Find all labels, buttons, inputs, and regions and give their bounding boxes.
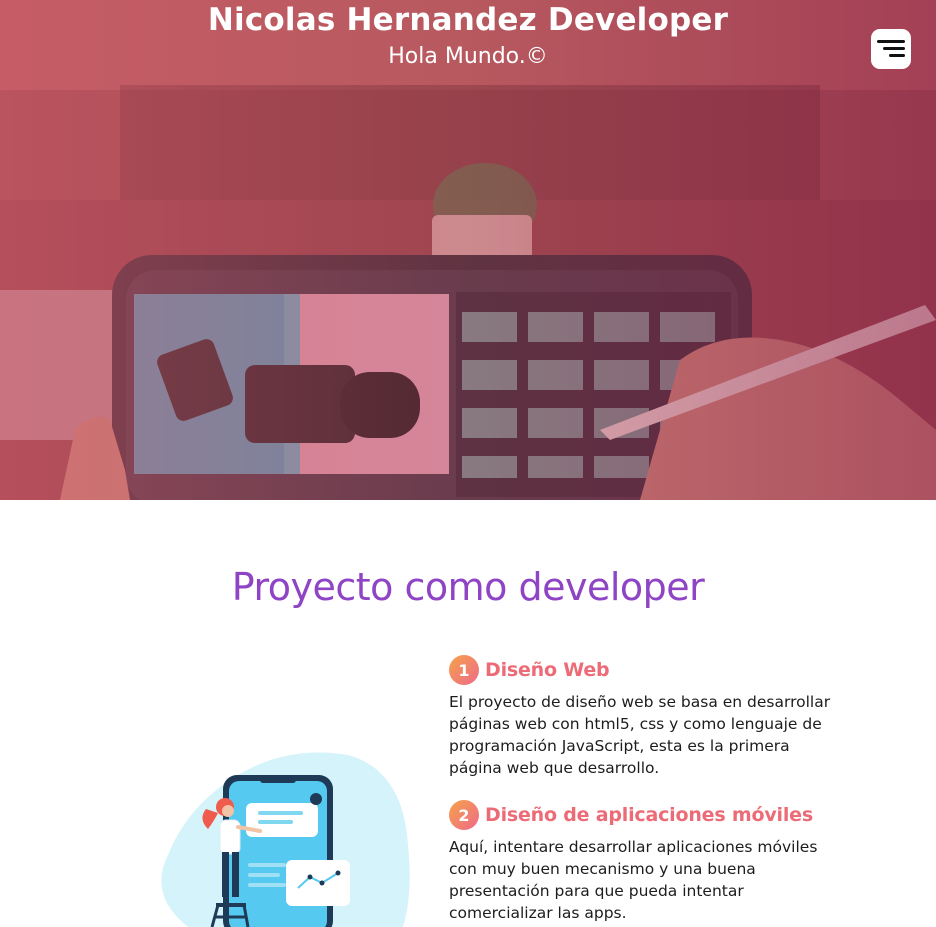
project-item-header: 2 Diseño de aplicaciones móviles [449, 800, 849, 830]
hamburger-menu-icon-bar [883, 47, 905, 50]
project-item-header: 1 Diseño Web [449, 655, 849, 685]
project-item-web-design: 1 Diseño Web El proyecto de diseño web s… [449, 655, 849, 779]
phone-with-woman-illustration [161, 752, 410, 927]
hero-color-overlay [0, 0, 936, 500]
project-item-title: Diseño de aplicaciones móviles [485, 804, 813, 826]
project-item-description: Aquí, intentare desarrollar aplicaciones… [449, 838, 818, 922]
hero-banner: Nicolas Hernandez Developer Hola Mundo.© [0, 0, 936, 500]
project-item-description: El proyecto de diseño web se basa en des… [449, 693, 831, 777]
hamburger-menu-icon [877, 40, 905, 43]
number-badge: 1 [449, 655, 479, 685]
menu-button[interactable] [871, 29, 911, 69]
project-item-mobile-apps: 2 Diseño de aplicaciones móviles Aquí, i… [449, 800, 849, 924]
hamburger-menu-icon-bar [889, 54, 905, 57]
section-title: Proyecto como developer [231, 565, 705, 609]
project-item-title: Diseño Web [485, 659, 610, 681]
site-subtitle: Hola Mundo.© [388, 44, 548, 69]
site-title: Nicolas Hernandez Developer [207, 2, 729, 38]
number-badge: 2 [449, 800, 479, 830]
